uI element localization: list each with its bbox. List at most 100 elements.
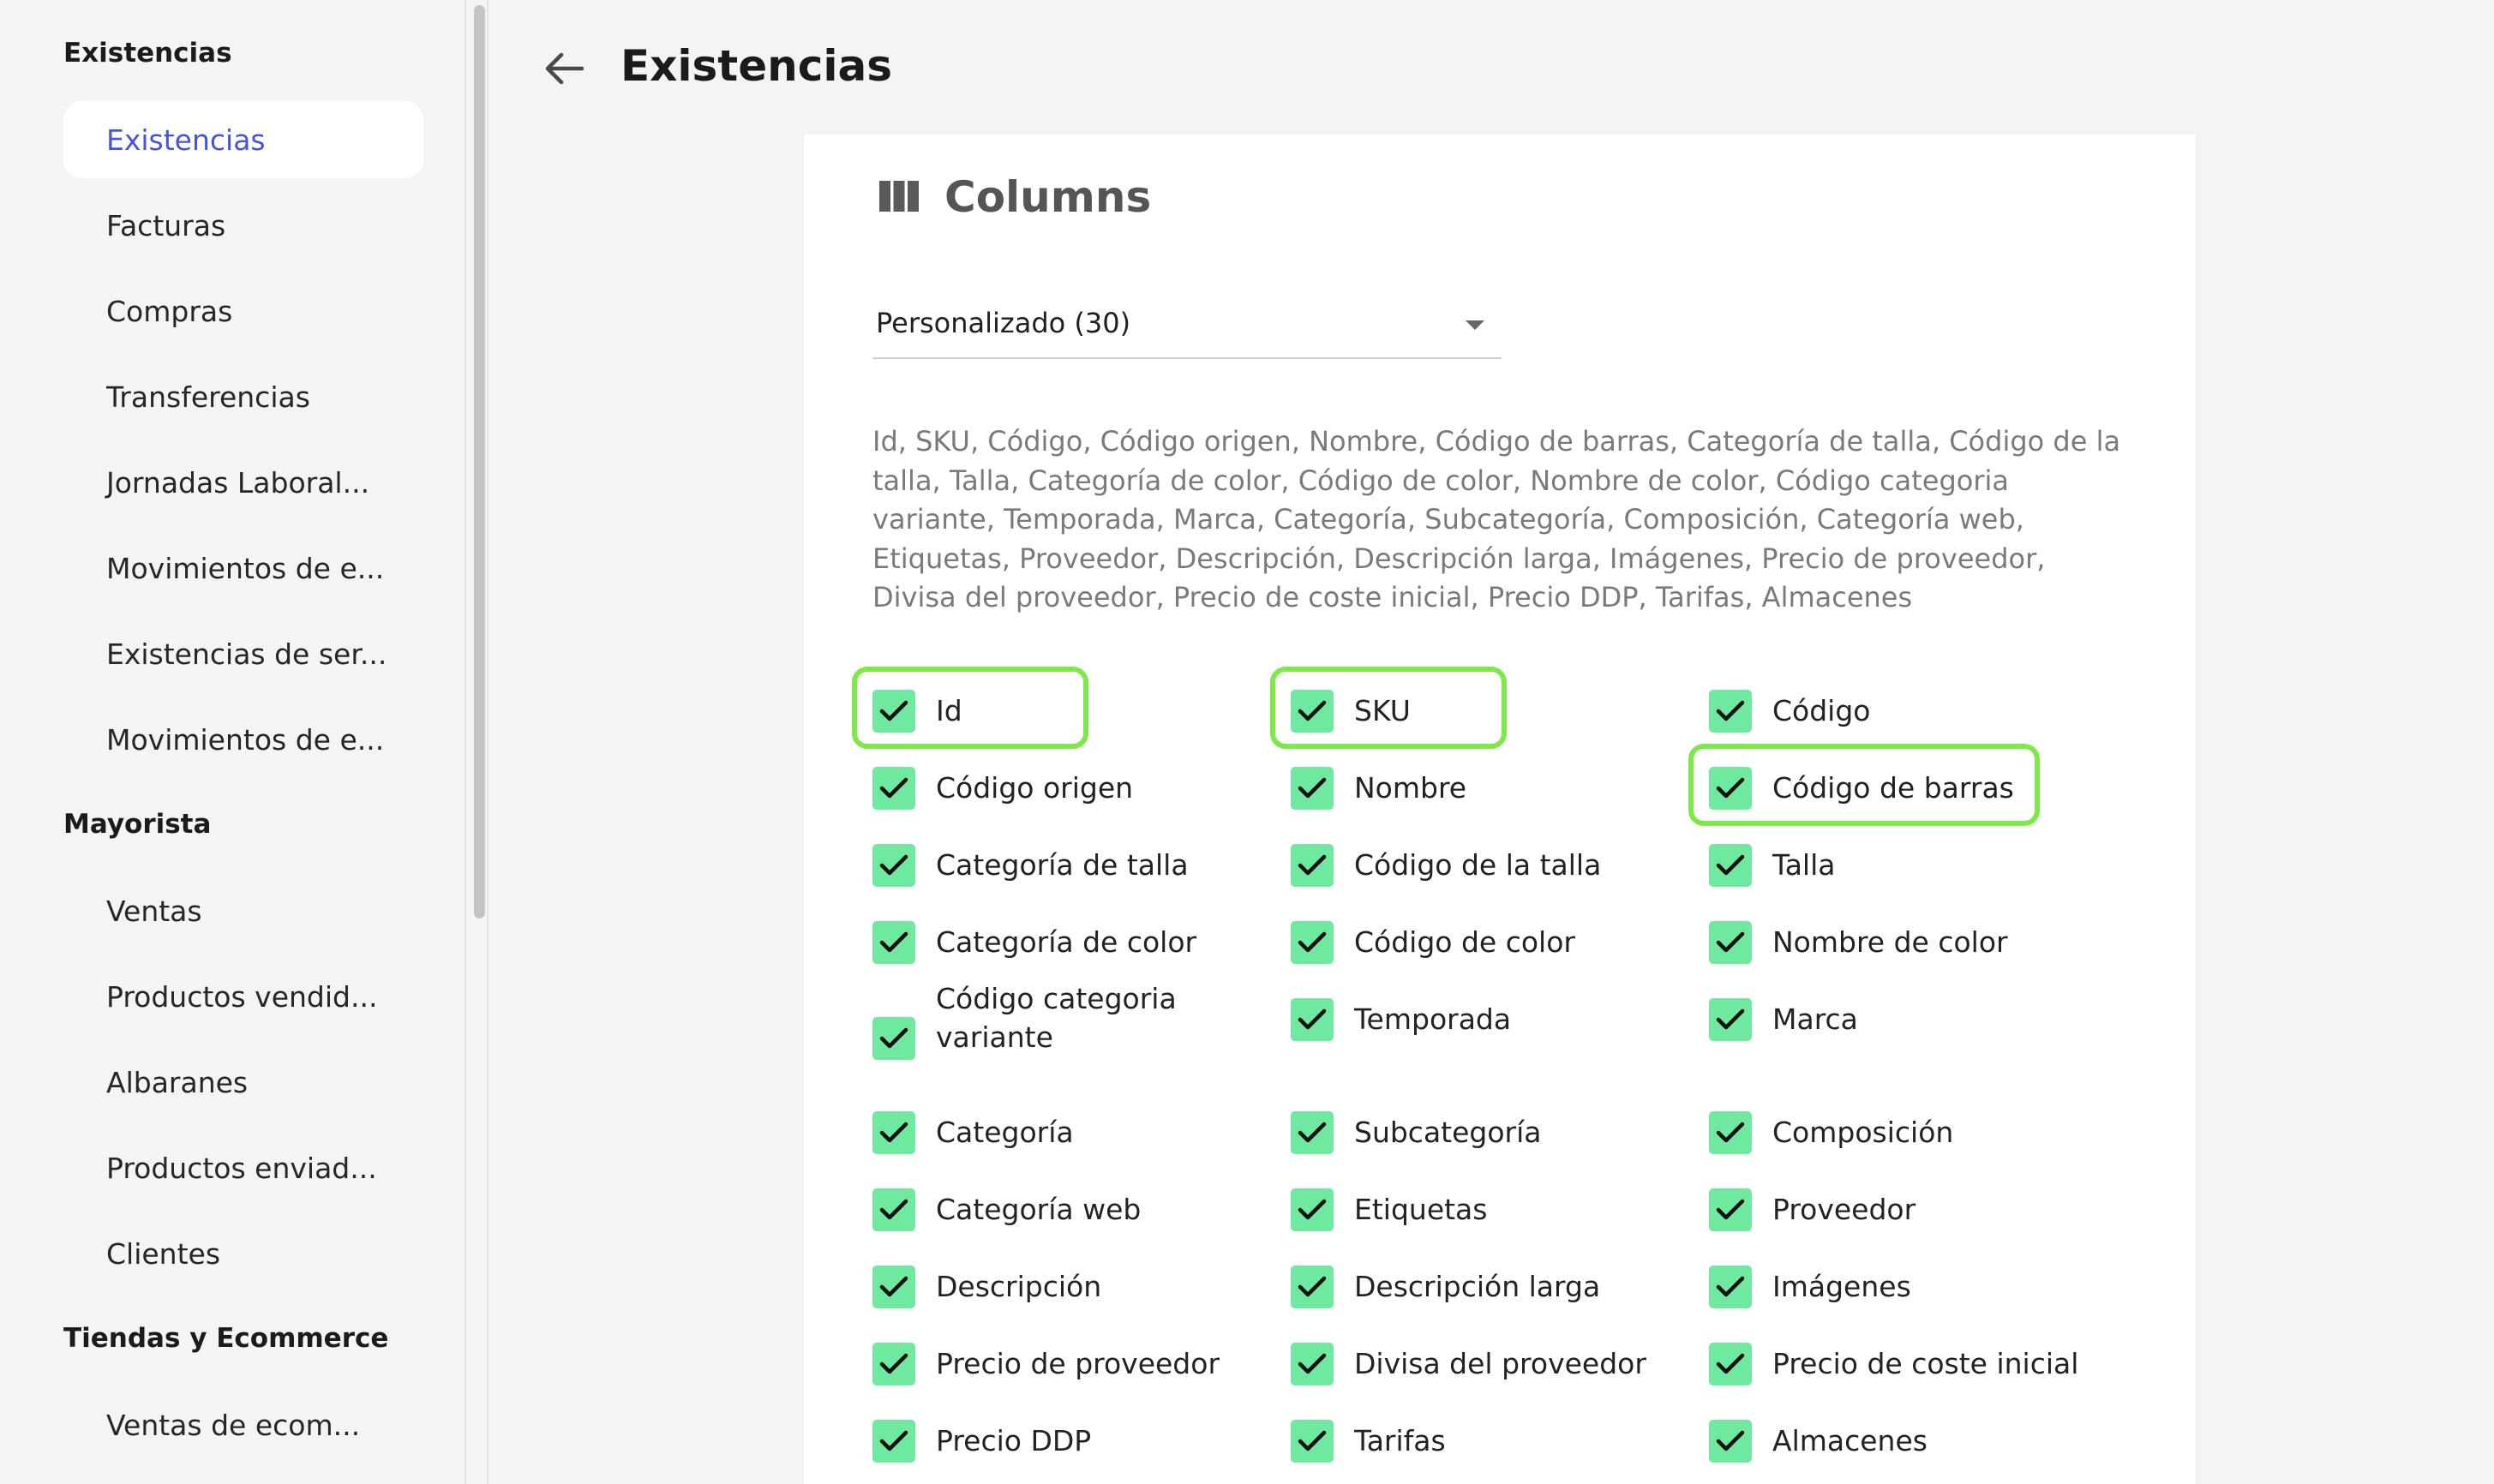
checkbox-label: Descripción — [936, 1270, 1102, 1303]
sidebar-item-productos-vendidos[interactable]: Productos vendid... — [63, 958, 423, 1035]
column-checkbox-imagenes[interactable]: Imágenes — [1709, 1266, 1911, 1308]
column-checkbox-proveedor[interactable]: Proveedor — [1709, 1188, 1915, 1231]
column-checkbox-etiquetas[interactable]: Etiquetas — [1291, 1188, 1487, 1231]
highlight-frame — [1270, 667, 1507, 749]
column-checkbox-codigo[interactable]: Código — [1709, 690, 1871, 733]
checkbox[interactable] — [1709, 1266, 1752, 1308]
check-icon — [879, 777, 908, 799]
checkbox[interactable] — [1291, 1420, 1334, 1463]
column-checkbox-codigo-origen[interactable]: Código origen — [872, 767, 1133, 810]
sidebar-item-albaranes[interactable]: Albaranes — [63, 1044, 423, 1121]
check-icon — [879, 931, 908, 953]
check-icon — [1298, 1199, 1327, 1220]
checkbox-label: Categoría — [936, 1116, 1074, 1149]
checkbox[interactable] — [1709, 1111, 1752, 1154]
checkbox[interactable] — [872, 1017, 915, 1060]
column-checkbox-divisa-del-proveedor[interactable]: Divisa del proveedor — [1291, 1343, 1646, 1385]
checkbox[interactable] — [1291, 1266, 1334, 1308]
checkbox-label: Divisa del proveedor — [1354, 1347, 1646, 1380]
column-checkbox-descripcion[interactable]: Descripción — [872, 1266, 1101, 1308]
checkbox[interactable] — [1709, 844, 1752, 887]
checkbox-label: Precio de proveedor — [936, 1347, 1220, 1380]
column-checkbox-categoria[interactable]: Categoría — [872, 1111, 1074, 1154]
check-icon — [1716, 1430, 1745, 1451]
column-checkbox-talla[interactable]: Talla — [1709, 844, 1835, 887]
column-checkbox-almacenes[interactable]: Almacenes — [1709, 1420, 1927, 1463]
column-checkbox-subcategoria[interactable]: Subcategoría — [1291, 1111, 1542, 1154]
column-checkbox-precio-ddp[interactable]: Precio DDP — [872, 1420, 1091, 1463]
checkbox-label: Subcategoría — [1354, 1116, 1542, 1149]
check-icon — [1716, 854, 1745, 876]
checkbox[interactable] — [872, 1343, 915, 1385]
back-button[interactable] — [538, 43, 590, 94]
column-checkbox-categoria-de-talla[interactable]: Categoría de talla — [872, 844, 1189, 887]
checkbox[interactable] — [872, 767, 915, 810]
checkbox[interactable] — [1291, 1343, 1334, 1385]
column-checkbox-marca[interactable]: Marca — [1709, 998, 1858, 1041]
check-icon — [1716, 1122, 1745, 1143]
columns-panel: Columns Personalizado (30) Id, SKU, Códi… — [804, 135, 2196, 1484]
checkbox[interactable] — [872, 1111, 915, 1154]
check-icon — [1298, 1008, 1327, 1030]
checkbox[interactable] — [1291, 767, 1334, 810]
checkbox[interactable] — [1291, 1111, 1334, 1154]
checkbox[interactable] — [1709, 1188, 1752, 1231]
column-checkbox-codigo-de-la-talla[interactable]: Código de la talla — [1291, 844, 1601, 887]
sidebar-item-movimientos-2[interactable]: Movimientos de e... — [63, 701, 423, 778]
checkbox[interactable] — [1291, 844, 1334, 887]
sidebar-scrollbar-thumb[interactable] — [474, 5, 485, 919]
sidebar-item-productos-enviados[interactable]: Productos enviad... — [63, 1129, 423, 1206]
checkbox[interactable] — [1291, 998, 1334, 1041]
checkbox[interactable] — [1709, 998, 1752, 1041]
checkbox[interactable] — [872, 844, 915, 887]
checkbox[interactable] — [1291, 921, 1334, 964]
column-checkbox-tarifas[interactable]: Tarifas — [1291, 1420, 1446, 1463]
sidebar-item-facturas[interactable]: Facturas — [63, 187, 423, 264]
sidebar-item-existencias[interactable]: Existencias — [63, 101, 423, 178]
sidebar-section-title: Tiendas y Ecommerce — [63, 1323, 389, 1354]
checkbox[interactable] — [1709, 1420, 1752, 1463]
column-checkbox-precio-de-proveedor[interactable]: Precio de proveedor — [872, 1343, 1220, 1385]
checkbox-label: Código origen — [936, 771, 1134, 805]
sidebar-item-transferencias[interactable]: Transferencias — [63, 358, 423, 435]
sidebar-section-title: Existencias — [63, 38, 232, 69]
sidebar-item-ventas-ecommerce[interactable]: Ventas de ecom... — [63, 1386, 423, 1463]
arrow-left-icon — [545, 52, 584, 85]
checkbox[interactable] — [1709, 690, 1752, 733]
checkbox-label: Categoría de color — [936, 925, 1197, 959]
checkbox[interactable] — [872, 1188, 915, 1231]
checkbox[interactable] — [872, 1420, 915, 1463]
column-checkbox-nombre-de-color[interactable]: Nombre de color — [1709, 921, 2008, 964]
sidebar-item-compras[interactable]: Compras — [63, 272, 423, 350]
select-value: Personalizado (30) — [876, 307, 1131, 339]
checkbox-label: Talla — [1772, 848, 1836, 882]
column-checkbox-codigo-de-color[interactable]: Código de color — [1291, 921, 1575, 964]
column-checkbox-categoria-de-color[interactable]: Categoría de color — [872, 921, 1196, 964]
checkbox[interactable] — [1709, 1343, 1752, 1385]
column-preset-select[interactable]: Personalizado (30) — [872, 289, 1502, 359]
column-checkbox-precio-de-coste-inicial[interactable]: Precio de coste inicial — [1709, 1343, 2078, 1385]
column-checkbox-categoria-web[interactable]: Categoría web — [872, 1188, 1141, 1231]
checkbox-label: Almacenes — [1772, 1424, 1927, 1457]
sidebar-item-movimientos-1[interactable]: Movimientos de e... — [63, 530, 423, 607]
checkbox-label: Precio de coste inicial — [1772, 1347, 2079, 1380]
column-checkbox-nombre[interactable]: Nombre — [1291, 767, 1466, 810]
checkbox[interactable] — [1709, 921, 1752, 964]
column-checkbox-temporada[interactable]: Temporada — [1291, 998, 1511, 1041]
column-checkbox-codigo-categoria-variante[interactable]: Código categoria variante — [872, 978, 1219, 1060]
column-checkbox-descripcion-larga[interactable]: Descripción larga — [1291, 1266, 1600, 1308]
check-icon — [879, 1276, 908, 1297]
sidebar-item-ventas[interactable]: Ventas — [63, 872, 423, 949]
checkbox-label: Tarifas — [1354, 1424, 1446, 1457]
checkbox-label: Nombre — [1354, 771, 1467, 805]
checkbox[interactable] — [872, 921, 915, 964]
check-icon — [1298, 1353, 1327, 1374]
checkbox[interactable] — [872, 1266, 915, 1308]
sidebar-item-clientes[interactable]: Clientes — [63, 1215, 423, 1292]
sidebar-scroll-area: Existencias Existencias Facturas Compras… — [0, 0, 463, 1484]
column-checkbox-composicion[interactable]: Composición — [1709, 1111, 1953, 1154]
check-icon — [1298, 1276, 1327, 1297]
sidebar-item-jornadas-laborales[interactable]: Jornadas Laboral... — [63, 444, 423, 521]
checkbox[interactable] — [1291, 1188, 1334, 1231]
sidebar-item-existencias-servicio[interactable]: Existencias de ser... — [63, 615, 423, 692]
